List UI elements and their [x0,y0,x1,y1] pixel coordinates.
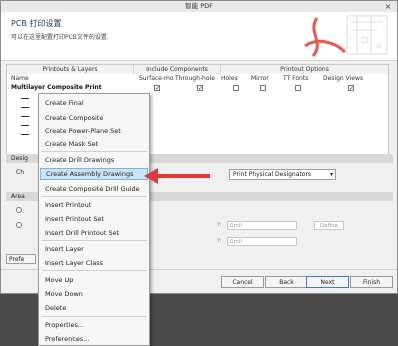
col-mirror: Mirror [251,75,269,82]
cancel-button[interactable]: Cancel [221,276,264,288]
layer-row-line [21,116,29,117]
y2-field[interactable]: 0mil [227,237,297,246]
area-radio-entire[interactable] [16,207,22,213]
col-through: Through-hole [175,75,215,82]
col-design-views: Design Views [323,75,363,82]
design-views-checkbox[interactable]: ✓ [348,85,354,92]
menu-create-power-plane-set[interactable]: Create Power-Plane Set [45,127,121,135]
col-surface: Surface-mo [139,75,174,82]
menu-separator [42,316,147,317]
y2-label: Y: [217,238,222,244]
y1-field[interactable]: 0mil [227,221,297,230]
holes-checkbox[interactable] [233,85,239,91]
menu-insert-printout-set[interactable]: Insert Printout Set [45,215,104,223]
menu-create-final[interactable]: Create Final [45,99,84,107]
context-menu: Create Final Create Composite Create Pow… [38,93,150,346]
group-header-components: Include Components [134,65,221,74]
menu-insert-printout[interactable]: Insert Printout [45,201,91,209]
close-icon[interactable]: × [379,1,397,12]
preferences-button[interactable]: Prefe [6,254,36,264]
col-name: Name [11,75,29,82]
window-title: 智能 PDF [185,2,213,10]
menu-create-assembly-drawings[interactable]: Create Assembly Drawings [40,168,148,180]
menu-delete[interactable]: Delete [45,304,66,312]
layer-row-line [21,107,29,108]
menu-move-down[interactable]: Move Down [45,290,83,298]
menu-preferences[interactable]: Preferences... [45,335,89,343]
wizard-header: PCB 打印设置 可以在这里配置打印PCB文件的设置. [1,12,397,61]
through-hole-checkbox[interactable]: ✓ [197,85,203,92]
menu-insert-drill-printout-set[interactable]: Insert Drill Printout Set [45,229,119,237]
menu-create-drill-drawings[interactable]: Create Drill Drawings [45,156,114,164]
menu-separator [42,196,147,197]
col-holes: Holes [221,75,238,82]
layer-row-line [21,134,29,135]
menu-create-composite[interactable]: Create Composite [45,114,103,122]
group-header-printouts: Printouts & Layers [7,65,134,74]
define-button[interactable]: Define [314,221,344,230]
menu-separator [42,270,147,271]
next-button[interactable]: Next [306,276,349,288]
chevron-down-icon: ▾ [329,171,333,178]
title-bar: 智能 PDF × [1,1,397,12]
pointer-arrow-icon [144,168,210,184]
designators-label: Ch [16,169,24,176]
group-header-options: Printout Options [221,65,388,74]
menu-separator [42,240,147,241]
layer-row-line [21,125,29,126]
menu-separator [42,151,147,152]
y1-label: Y: [217,222,222,228]
menu-create-composite-drill-guide[interactable]: Create Composite Drill Guide [45,185,140,193]
area-radio-specific[interactable] [16,222,22,228]
menu-properties[interactable]: Properties... [45,321,84,329]
menu-insert-layer[interactable]: Insert Layer [45,245,84,253]
menu-insert-layer-class[interactable]: Insert Layer Class [45,259,103,267]
layer-row-line [21,98,29,99]
menu-move-up[interactable]: Move Up [45,276,73,284]
surface-checkbox[interactable]: ✓ [154,85,160,92]
designator-select[interactable]: Print Physical Designators ▾ [229,169,336,180]
pdf-logo-icon [304,15,388,57]
page-subtitle: 可以在这里配置打印PCB文件的设置. [11,34,109,41]
menu-create-mask-set[interactable]: Create Mask Set [45,140,98,148]
finish-button[interactable]: Finish [350,276,393,288]
col-ttfonts: TT Fonts [283,75,309,82]
back-button[interactable]: Back [265,276,308,288]
printout-row-name[interactable]: Multilayer Composite Print [11,84,102,91]
mirror-checkbox[interactable] [260,85,266,91]
page-title: PCB 打印设置 [11,19,62,28]
tt-fonts-checkbox[interactable] [295,85,301,91]
